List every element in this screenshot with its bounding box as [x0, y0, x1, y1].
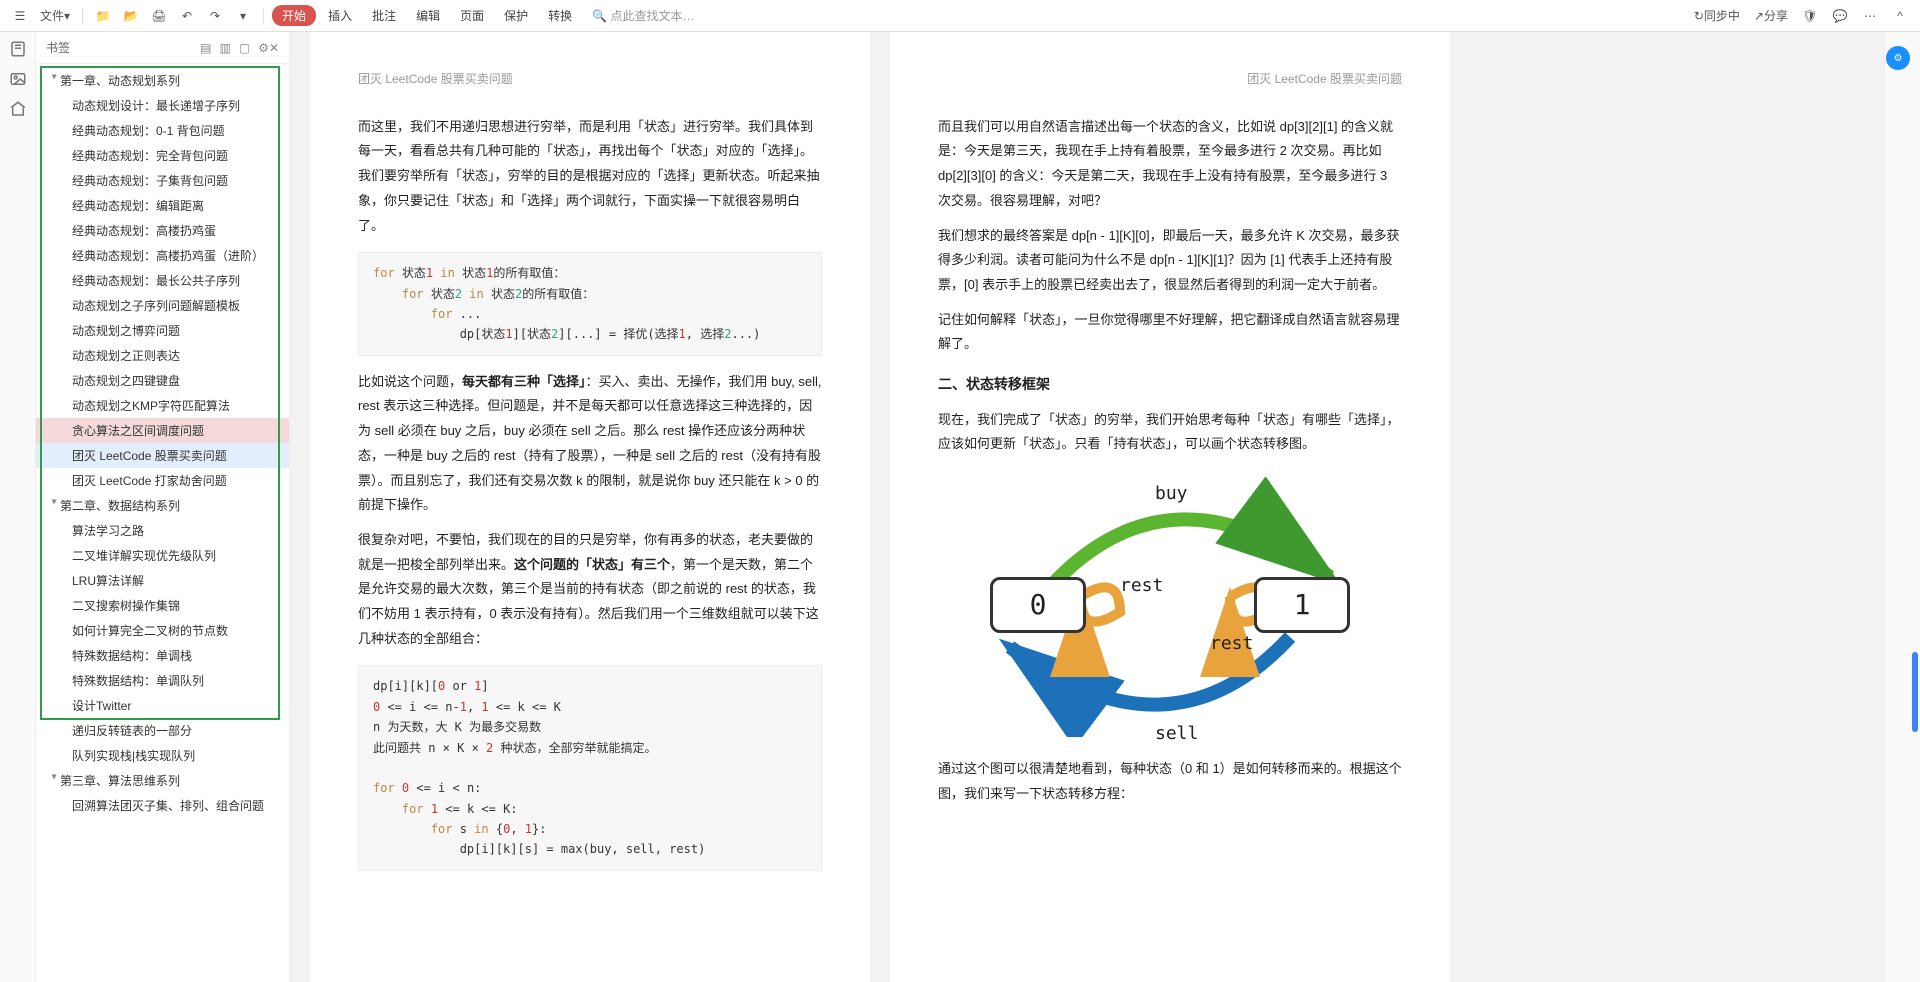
document-viewport[interactable]: 团灭 LeetCode 股票买卖问题 而这里，我们不用递归思想进行穷举，而是利用…	[290, 32, 1884, 982]
shield-icon[interactable]: 🛡	[1798, 4, 1822, 28]
tree-leaf[interactable]: 经典动态规划：完全背包问题	[36, 143, 289, 168]
chat-icon[interactable]: 💬	[1828, 4, 1852, 28]
more-icon[interactable]: ⋯	[1858, 4, 1882, 28]
tree-leaf[interactable]: 经典动态规划：高楼扔鸡蛋（进阶）	[36, 243, 289, 268]
tree-leaf[interactable]: 贪心算法之区间调度问题	[36, 418, 289, 443]
tree-leaf[interactable]: 经典动态规划：高楼扔鸡蛋	[36, 218, 289, 243]
tab-insert[interactable]: 插入	[320, 7, 360, 24]
tree-leaf[interactable]: 递归反转链表的一部分	[36, 718, 289, 743]
settings-icon[interactable]: ⚙	[258, 41, 269, 55]
rest-label-1: rest	[1210, 627, 1253, 661]
sidebar-header: 书签 ▤ ▥ ▢ ⚙ ✕	[36, 32, 289, 64]
page-left: 团灭 LeetCode 股票买卖问题 而这里，我们不用递归思想进行穷举，而是利用…	[310, 32, 870, 982]
tree-leaf[interactable]: 特殊数据结构：单调队列	[36, 668, 289, 693]
tree-leaf[interactable]: 团灭 LeetCode 打家劫舍问题	[36, 468, 289, 493]
undo-icon[interactable]: ↶	[175, 4, 199, 28]
tab-convert[interactable]: 转换	[540, 7, 580, 24]
tree-leaf[interactable]: 动态规划之博弈问题	[36, 318, 289, 343]
page-header-right: 团灭 LeetCode 股票买卖问题	[938, 68, 1402, 91]
tree-leaf[interactable]: 二叉搜索树操作集锦	[36, 593, 289, 618]
tree-chapter[interactable]: 第三章、算法思维系列	[36, 768, 289, 793]
search-input[interactable]: 🔍 点此查找文本…	[592, 7, 1686, 24]
tree-leaf[interactable]: 动态规划之四键键盘	[36, 368, 289, 393]
assistant-badge[interactable]: ⚙	[1886, 46, 1910, 70]
right-rail: ⚙	[1884, 32, 1920, 982]
paragraph: 记住如何解释「状态」，一旦你觉得哪里不好理解，把它翻译成自然语言就容易理解了。	[938, 308, 1402, 357]
tree-leaf[interactable]: 算法学习之路	[36, 518, 289, 543]
open-icon[interactable]: 📁	[91, 4, 115, 28]
tree-leaf[interactable]: LRU算法详解	[36, 568, 289, 593]
collapse-tree-icon[interactable]: ▥	[219, 41, 230, 55]
tree-leaf[interactable]: 经典动态规划：0-1 背包问题	[36, 118, 289, 143]
menu-icon[interactable]: ☰	[8, 4, 32, 28]
paragraph: 很复杂对吧，不要怕，我们现在的目的只是穷举，你有再多的状态，老夫要做的就是一把梭…	[358, 528, 822, 651]
paragraph: 通过这个图可以很清楚地看到，每种状态（0 和 1）是如何转移而来的。根据这个图，…	[938, 757, 1402, 806]
expand-icon[interactable]: ▤	[200, 41, 211, 55]
bookmark-icon[interactable]	[9, 40, 27, 58]
paragraph: 而且我们可以用自然语言描述出每一个状态的含义，比如说 dp[3][2][1] 的…	[938, 115, 1402, 214]
paragraph: 而这里，我们不用递归思想进行穷举，而是利用「状态」进行穷举。我们具体到每一天，看…	[358, 115, 822, 238]
sell-label: sell	[1155, 717, 1198, 751]
code-block-1: for 状态1 in 状态1的所有取值： for 状态2 in 状态2的所有取值…	[358, 252, 822, 356]
state-diagram: 0 1 buy sell rest rest	[970, 477, 1370, 737]
folder-icon[interactable]: 📂	[119, 4, 143, 28]
tab-protect[interactable]: 保护	[496, 7, 536, 24]
tab-edit[interactable]: 编辑	[408, 7, 448, 24]
tree-leaf[interactable]: 经典动态规划：最长公共子序列	[36, 268, 289, 293]
tree-chapter[interactable]: 第一章、动态规划系列	[36, 68, 289, 93]
tab-start[interactable]: 开始	[272, 5, 316, 26]
paragraph: 比如说这个问题，每天都有三种「选择」：买入、卖出、无操作，我们用 buy, se…	[358, 370, 822, 518]
tree-leaf[interactable]: 特殊数据结构：单调栈	[36, 643, 289, 668]
separator	[263, 8, 264, 24]
tree-chapter[interactable]: 第二章、数据结构系列	[36, 493, 289, 518]
tree-leaf[interactable]: 动态规划之KMP字符匹配算法	[36, 393, 289, 418]
tab-page[interactable]: 页面	[452, 7, 492, 24]
print-icon[interactable]: 🖨	[147, 4, 171, 28]
bookmark-sidebar: 书签 ▤ ▥ ▢ ⚙ ✕ 第一章、动态规划系列动态规划设计：最长递增子序列经典动…	[36, 32, 290, 982]
page-right: 团灭 LeetCode 股票买卖问题 而且我们可以用自然语言描述出每一个状态的含…	[890, 32, 1450, 982]
tree-leaf[interactable]: 回溯算法团灭子集、排列、组合问题	[36, 793, 289, 818]
tree-leaf[interactable]: 动态规划设计：最长递增子序列	[36, 93, 289, 118]
scrollbar-thumb[interactable]	[1912, 652, 1918, 732]
rest-label-0: rest	[1120, 569, 1163, 603]
tree-leaf[interactable]: 动态规划之正则表达	[36, 343, 289, 368]
tree-leaf[interactable]: 动态规划之子序列问题解题模板	[36, 293, 289, 318]
heading-2: 二、状态转移框架	[938, 371, 1402, 398]
state-1-box: 1	[1254, 577, 1350, 633]
sidebar-title: 书签	[46, 39, 192, 56]
paragraph: 我们想求的最终答案是 dp[n - 1][K][0]，即最后一天，最多允许 K …	[938, 224, 1402, 298]
titlebar: ☰ 文件 ▾ 📁 📂 🖨 ↶ ↷ ▾ 开始 插入 批注 编辑 页面 保护 转换 …	[0, 0, 1920, 32]
state-0-box: 0	[990, 577, 1086, 633]
collapse-icon[interactable]: ^	[1888, 4, 1912, 28]
tree-leaf[interactable]: 如何计算完全二叉树的节点数	[36, 618, 289, 643]
search-icon: 🔍	[592, 9, 607, 23]
share-button[interactable]: ↗ 分享	[1750, 4, 1792, 28]
tree-leaf[interactable]: 经典动态规划：子集背包问题	[36, 168, 289, 193]
dropdown-icon[interactable]: ▾	[231, 4, 255, 28]
tree-leaf[interactable]: 队列实现栈|栈实现队列	[36, 743, 289, 768]
separator	[82, 8, 83, 24]
tree-leaf[interactable]: 团灭 LeetCode 股票买卖问题	[36, 443, 289, 468]
redo-icon[interactable]: ↷	[203, 4, 227, 28]
code-block-2: dp[i][k][0 or 1] 0 <= i <= n-1, 1 <= k <…	[358, 665, 822, 871]
file-menu[interactable]: 文件 ▾	[36, 4, 74, 28]
bookmark-tree: 第一章、动态规划系列动态规划设计：最长递增子序列经典动态规划：0-1 背包问题经…	[36, 64, 289, 982]
left-rail	[0, 32, 36, 982]
tag-icon[interactable]	[9, 100, 27, 118]
page-header-left: 团灭 LeetCode 股票买卖问题	[358, 68, 822, 91]
image-icon[interactable]	[9, 70, 27, 88]
add-bookmark-icon[interactable]: ▢	[239, 41, 250, 55]
tab-annotate[interactable]: 批注	[364, 7, 404, 24]
buy-label: buy	[1155, 477, 1188, 511]
close-sidebar-icon[interactable]: ✕	[269, 41, 279, 55]
tree-leaf[interactable]: 设计Twitter	[36, 693, 289, 718]
tree-leaf[interactable]: 二叉堆详解实现优先级队列	[36, 543, 289, 568]
sync-status[interactable]: ↻ 同步中	[1690, 4, 1744, 28]
paragraph: 现在，我们完成了「状态」的穷举，我们开始思考每种「状态」有哪些「选择」，应该如何…	[938, 408, 1402, 457]
tree-leaf[interactable]: 经典动态规划：编辑距离	[36, 193, 289, 218]
